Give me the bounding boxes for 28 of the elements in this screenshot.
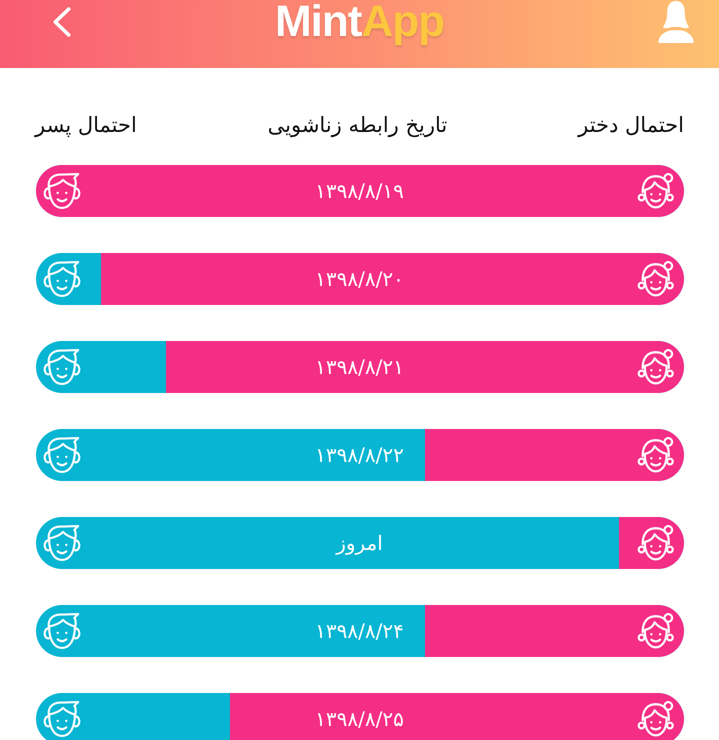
boy-face-icon	[42, 173, 82, 209]
date-label: امروز	[336, 530, 383, 557]
girl-face-icon	[637, 173, 675, 209]
column-header: تاریخ رابطه زناشویی	[268, 112, 448, 140]
date-label: ۱۳۹۸/۸/۲۴	[315, 618, 404, 645]
app-logo: MintApp	[275, 0, 444, 44]
girl-face-icon	[637, 261, 675, 297]
boy-face-icon	[42, 613, 82, 649]
date-label: ۱۳۹۸/۸/۲۰	[315, 266, 404, 293]
date-label: ۱۳۹۸/۸/۲۲	[315, 442, 404, 469]
girl-face-icon	[637, 525, 675, 561]
boy-face-icon	[42, 525, 82, 561]
date-label: ۱۳۹۸/۸/۲۱	[315, 354, 404, 381]
girl-face-icon	[637, 437, 675, 473]
boy-face-icon	[42, 349, 82, 385]
girl-face-icon	[637, 701, 675, 737]
boy-face-icon	[42, 701, 82, 737]
profile-button[interactable]	[657, 1, 695, 43]
girl-face-icon	[637, 349, 675, 385]
boy-face-icon	[42, 261, 82, 297]
girl-face-icon	[637, 613, 675, 649]
person-icon	[657, 1, 695, 43]
date-label: ۱۳۹۸/۸/۲۵	[315, 706, 404, 733]
chevron-left-icon	[53, 7, 71, 37]
column-header: احتمال دختر	[578, 112, 684, 140]
boy-face-icon	[42, 437, 82, 473]
column-header: احتمال پسر	[35, 112, 137, 140]
date-label: ۱۳۹۸/۸/۱۹	[315, 178, 404, 205]
